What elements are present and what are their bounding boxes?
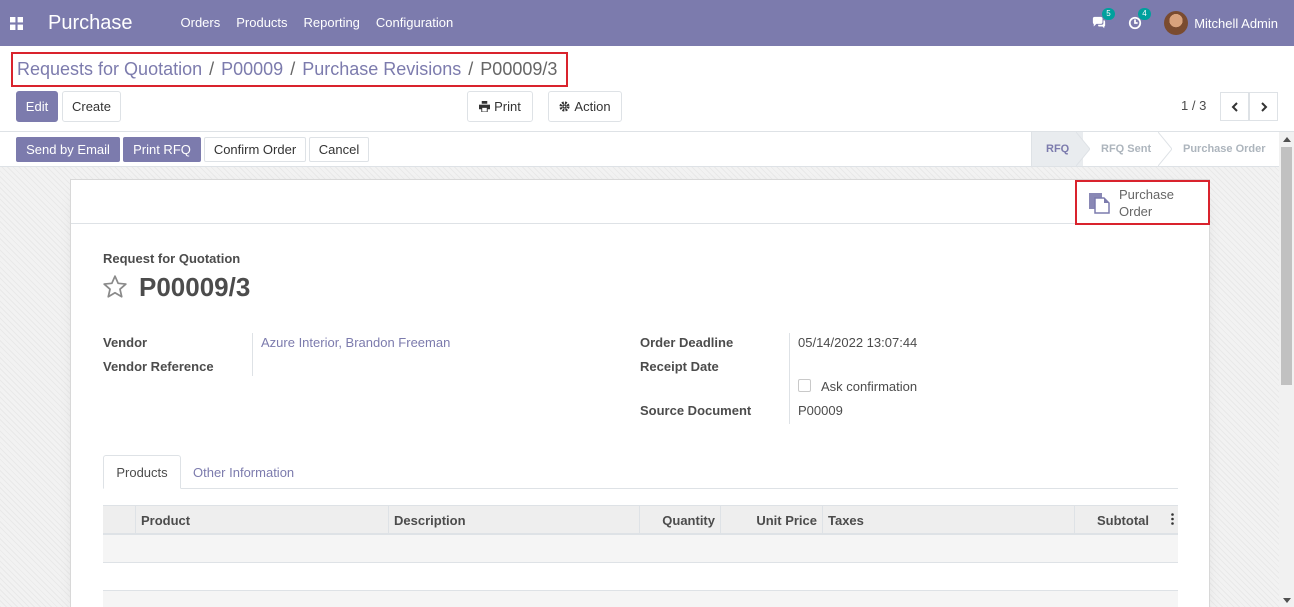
user-avatar[interactable] [1164,11,1189,35]
tab-products[interactable]: Products [103,455,181,489]
menu-configuration[interactable]: Configuration [368,0,461,46]
ask-confirmation-label: Ask confirmation [821,379,918,394]
breadcrumb-separator: / [468,59,474,79]
document-type-label: Request for Quotation [103,251,241,266]
stage-purchase-order[interactable]: Purchase Order [1165,132,1278,166]
column-product[interactable]: Product [135,506,388,534]
apps-menu-icon[interactable] [0,0,32,46]
breadcrumb-rfq[interactable]: Requests for Quotation [17,59,202,80]
stage-purchase-order-label: Purchase Order [1183,143,1266,155]
stage-rfq-sent-label: RFQ Sent [1101,143,1152,155]
scroll-up-arrow[interactable] [1283,137,1291,142]
stage-rfq[interactable]: RFQ [1031,132,1090,166]
order-lines-table: Product Description Quantity Unit Price … [103,505,1178,607]
pager-value[interactable]: 1 / 3 [1181,98,1206,113]
vendor-field[interactable]: Azure Interior, Brandon Freeman [261,335,450,350]
print-rfq-button[interactable]: Print RFQ [123,137,201,162]
purchase-order-smart-button[interactable]: Purchase Order [1075,180,1210,225]
gear-icon [559,101,570,112]
menu-orders[interactable]: Orders [173,0,229,46]
table-row [103,591,1178,607]
field-divider [789,333,790,424]
table-row [103,535,1178,563]
column-unit-price[interactable]: Unit Price [720,506,822,534]
systray: 5 4 Mitchell Admin [1092,0,1278,46]
send-by-email-button[interactable]: Send by Email [16,137,120,162]
table-row [103,563,1178,591]
smart-button-label: Purchase Order [1119,186,1189,220]
column-taxes[interactable]: Taxes [822,506,1074,534]
page-title: P00009/3 [139,272,251,302]
optional-columns-icon[interactable] [1171,513,1174,525]
order-deadline-field[interactable]: 05/14/2022 13:07:44 [798,335,917,350]
scroll-down-arrow[interactable] [1283,598,1291,603]
menu-products[interactable]: Products [228,0,295,46]
create-button[interactable]: Create [62,91,121,122]
ask-confirmation-checkbox[interactable] [798,379,811,392]
messages-menu[interactable]: 5 [1092,8,1115,30]
column-subtotal[interactable]: Subtotal [1074,506,1154,534]
print-button[interactable]: Print [467,91,533,122]
copy-document-icon [1089,192,1110,214]
main-menu: Orders Products Reporting Configuration [173,0,462,46]
edit-button[interactable]: Edit [16,91,58,122]
source-document-label: Source Document [640,403,752,418]
form-statusbar: Send by Email Print RFQ Confirm Order Ca… [0,132,1294,167]
chevron-right-icon [1260,101,1267,112]
print-label: Print [494,99,521,114]
app-brand[interactable]: Purchase [48,12,133,35]
confirm-order-button[interactable]: Confirm Order [204,137,306,162]
activities-menu[interactable]: 4 [1128,8,1151,30]
stage-rfq-sent[interactable]: RFQ Sent [1083,132,1172,166]
form-sheet: Purchase Order Request for Quotation P00… [70,179,1210,607]
breadcrumb-order[interactable]: P00009 [221,59,283,80]
vendor-reference-label: Vendor Reference [103,359,214,374]
stage-arrow [1076,132,1090,166]
source-document-field[interactable]: P00009 [798,403,843,418]
vendor-label: Vendor [103,335,148,350]
vertical-scrollbar[interactable] [1279,132,1294,607]
breadcrumb-revisions[interactable]: Purchase Revisions [302,59,461,80]
messages-count-badge: 5 [1102,8,1115,20]
receipt-date-label: Receipt Date [640,359,719,374]
print-icon [479,101,491,112]
vendor-reference-field[interactable] [261,359,561,375]
order-deadline-label: Order Deadline [640,335,734,350]
status-stages: RFQ RFQ Sent Purchase Order [1031,132,1278,166]
form-tabs: Products Other Information [103,455,1178,489]
smart-button-box [71,180,1209,224]
menu-reporting[interactable]: Reporting [296,0,368,46]
top-navbar: Purchase Orders Products Reporting Confi… [0,0,1294,46]
column-description[interactable]: Description [388,506,639,534]
star-icon[interactable] [102,274,128,300]
breadcrumb: Requests for Quotation / P00009 / Purcha… [11,52,568,87]
column-quantity[interactable]: Quantity [639,506,720,534]
field-divider [252,333,253,376]
smart-button-line1: Purchase [1119,186,1174,202]
tab-other-information[interactable]: Other Information [193,455,294,489]
scroll-thumb[interactable] [1281,147,1292,385]
table-header: Product Description Quantity Unit Price … [103,505,1178,535]
stage-rfq-label: RFQ [1046,143,1070,155]
breadcrumb-current: P00009/3 [480,59,558,79]
activities-count-badge: 4 [1138,8,1151,20]
stage-arrow [1158,132,1172,166]
pager-previous-button[interactable] [1220,92,1249,121]
pager-next-button[interactable] [1249,92,1278,121]
smart-button-line2: Order [1119,203,1153,219]
user-name[interactable]: Mitchell Admin [1194,16,1278,31]
breadcrumb-separator: / [209,59,215,79]
breadcrumb-separator: / [290,59,296,79]
control-panel: Requests for Quotation / P00009 / Purcha… [0,46,1294,132]
action-button[interactable]: Action [548,91,622,122]
action-label: Action [574,99,611,114]
cancel-button[interactable]: Cancel [309,137,369,162]
chevron-left-icon [1231,101,1238,112]
